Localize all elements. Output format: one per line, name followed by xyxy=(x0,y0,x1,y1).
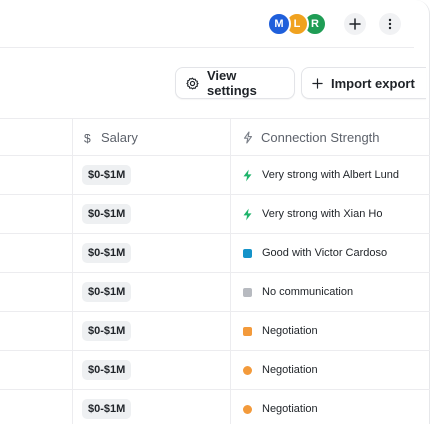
column-header-label: Salary xyxy=(101,130,138,145)
salary-cell[interactable]: $0-$1M xyxy=(72,234,230,272)
collaborator-avatars[interactable]: M L R xyxy=(267,12,327,38)
row-leading-cell[interactable] xyxy=(0,312,72,350)
column-header-connection-strength[interactable]: Connection Strength xyxy=(230,119,430,156)
connection-label: Very strong with Albert Lund xyxy=(262,169,399,181)
table-row[interactable]: $0-$1M Very strong with Albert Lund xyxy=(0,156,430,195)
salary-tag: $0-$1M xyxy=(82,399,132,419)
lightning-icon xyxy=(241,208,253,220)
table-view-panel: M L R View settings Import export $ Sala… xyxy=(0,0,430,424)
connection-cell[interactable]: Very strong with Xian Ho xyxy=(230,195,430,233)
column-header-salary[interactable]: $ Salary xyxy=(72,119,230,156)
lightning-icon xyxy=(241,169,253,181)
connection-label: Very strong with Xian Ho xyxy=(262,208,383,220)
salary-tag: $0-$1M xyxy=(82,243,132,263)
connection-label: Negotiation xyxy=(262,403,318,415)
top-bar: M L R xyxy=(0,0,414,48)
status-dot-icon xyxy=(241,403,253,415)
avatar-initial: M xyxy=(274,17,284,30)
view-settings-label: View settings xyxy=(207,68,257,98)
import-export-button[interactable]: Import export xyxy=(301,67,426,99)
salary-tag: $0-$1M xyxy=(82,321,132,341)
salary-cell[interactable]: $0-$1M xyxy=(72,351,230,389)
table-header: $ Salary Connection Strength xyxy=(0,118,430,156)
lightning-icon xyxy=(243,131,253,144)
connection-cell[interactable]: Negotiation xyxy=(230,390,430,424)
status-square-icon xyxy=(241,325,253,337)
column-header-label: Connection Strength xyxy=(261,130,380,145)
table-row[interactable]: $0-$1M Good with Victor Cardoso xyxy=(0,234,430,273)
salary-tag: $0-$1M xyxy=(82,204,132,224)
import-export-label: Import export xyxy=(331,75,415,91)
connection-cell[interactable]: No communication xyxy=(230,273,430,311)
status-square-icon xyxy=(241,247,253,259)
salary-cell[interactable]: $0-$1M xyxy=(72,312,230,350)
dollar-icon: $ xyxy=(83,132,93,144)
table-body: $0-$1M Very strong with Albert Lund $0-$… xyxy=(0,156,430,424)
more-options-button[interactable] xyxy=(379,13,401,35)
plus-icon xyxy=(312,77,323,89)
toolbar: View settings Import export xyxy=(0,48,430,118)
connection-label: Negotiation xyxy=(262,325,318,337)
avatar[interactable]: M xyxy=(267,12,291,36)
salary-tag: $0-$1M xyxy=(82,360,132,380)
add-collaborator-button[interactable] xyxy=(344,13,366,35)
svg-text:$: $ xyxy=(84,132,91,144)
row-leading-cell[interactable] xyxy=(0,390,72,424)
status-square-icon xyxy=(241,286,253,298)
records-table: $ Salary Connection Strength $0-$1M Very… xyxy=(0,118,430,424)
gear-icon xyxy=(186,77,199,90)
salary-cell[interactable]: $0-$1M xyxy=(72,390,230,424)
connection-cell[interactable]: Negotiation xyxy=(230,312,430,350)
connection-label: No communication xyxy=(262,286,354,298)
plus-icon xyxy=(349,18,361,30)
salary-cell[interactable]: $0-$1M xyxy=(72,195,230,233)
avatar-initial: L xyxy=(293,17,301,30)
connection-cell[interactable]: Very strong with Albert Lund xyxy=(230,156,430,194)
salary-cell[interactable]: $0-$1M xyxy=(72,156,230,194)
more-vertical-icon xyxy=(388,18,392,30)
status-dot-icon xyxy=(241,364,253,376)
connection-cell[interactable]: Negotiation xyxy=(230,351,430,389)
table-row[interactable]: $0-$1M Negotiation xyxy=(0,312,430,351)
connection-label: Negotiation xyxy=(262,364,318,376)
row-leading-cell[interactable] xyxy=(0,195,72,233)
row-leading-cell[interactable] xyxy=(0,156,72,194)
view-settings-button[interactable]: View settings xyxy=(175,67,295,99)
table-row[interactable]: $0-$1M No communication xyxy=(0,273,430,312)
table-row[interactable]: $0-$1M Negotiation xyxy=(0,351,430,390)
salary-tag: $0-$1M xyxy=(82,282,132,302)
row-leading-cell[interactable] xyxy=(0,351,72,389)
salary-tag: $0-$1M xyxy=(82,165,132,185)
row-leading-cell[interactable] xyxy=(0,273,72,311)
connection-cell[interactable]: Good with Victor Cardoso xyxy=(230,234,430,272)
row-leading-cell[interactable] xyxy=(0,234,72,272)
avatar-initial: R xyxy=(311,17,319,30)
salary-cell[interactable]: $0-$1M xyxy=(72,273,230,311)
table-row[interactable]: $0-$1M Negotiation xyxy=(0,390,430,424)
connection-label: Good with Victor Cardoso xyxy=(262,247,388,259)
table-row[interactable]: $0-$1M Very strong with Xian Ho xyxy=(0,195,430,234)
